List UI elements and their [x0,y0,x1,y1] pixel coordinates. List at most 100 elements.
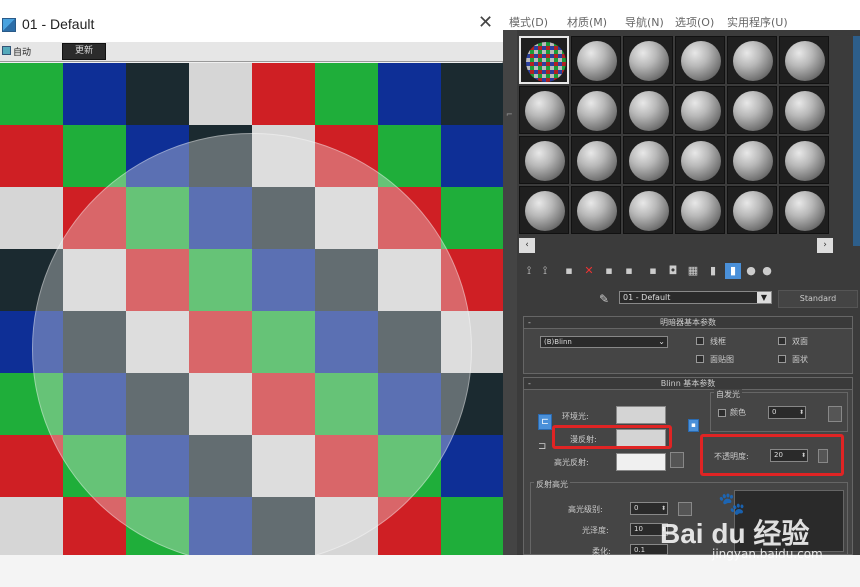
checker-cell [0,63,63,125]
specular-color-swatch[interactable] [616,453,666,471]
faceted-checkbox[interactable] [778,355,786,363]
self-illum-map-button[interactable] [828,406,842,422]
show-shaded-icon[interactable]: ▮ [725,263,741,279]
chevron-down-icon: ⌄ [658,337,665,346]
show-map-icon[interactable]: ▦ [685,263,701,279]
checker-cell [189,63,252,125]
blinn-rollout-title: Blinn 基本参数 [660,379,716,388]
material-slot[interactable] [623,136,673,184]
side-toolbar[interactable] [853,36,860,246]
material-slot[interactable] [675,86,725,134]
update-button[interactable]: 更新 [62,43,106,60]
menu-mode[interactable]: 模式(D) [509,14,548,30]
material-slot[interactable] [519,36,569,84]
material-slot[interactable] [675,186,725,234]
face-map-checkbox[interactable] [696,355,704,363]
reset-material-icon[interactable]: ✕ [581,263,597,279]
copy-material-icon[interactable]: ▪ [601,263,617,279]
material-slot[interactable] [727,86,777,134]
two-sided-checkbox[interactable] [778,337,786,345]
material-slot[interactable] [623,36,673,84]
menu-options[interactable]: 选项(O) [675,14,714,30]
material-slot[interactable] [675,136,725,184]
get-material-icon[interactable]: ⟟ [521,263,537,279]
viewer-titlebar: 01 - Default ✕ [0,0,503,42]
auto-checkbox[interactable] [2,46,11,55]
go-parent-icon[interactable]: ● [743,263,759,279]
material-slot[interactable] [519,86,569,134]
checker-cell [315,63,378,125]
self-illum-spinner[interactable]: 0 ⬍ [768,406,806,419]
put-library-icon[interactable]: ▪ [645,263,661,279]
two-sided-label: 双面 [792,337,808,346]
material-slot[interactable] [779,186,829,234]
material-slot[interactable] [675,36,725,84]
checker-cell [378,125,441,187]
lock-icon[interactable]: ⊏ [538,414,552,430]
material-slot[interactable] [623,86,673,134]
material-name-value: 01 - Default [623,293,671,302]
menu-utilities[interactable]: 实用程序(U) [727,14,788,30]
material-slot[interactable] [727,186,777,234]
material-slot[interactable] [779,136,829,184]
shader-basic-rollout: - 明暗器基本参数 (B)Blinn ⌄ 线框 双面 面贴图 面状 [523,316,853,374]
wire-label: 线框 [710,337,726,346]
material-sphere-icon [681,141,721,181]
put-to-scene-icon[interactable]: ⟟ [537,263,553,279]
viewer-title: 01 - Default [22,16,95,32]
material-slot[interactable] [727,136,777,184]
material-slot[interactable] [571,86,621,134]
assign-material-icon[interactable]: ▪ [561,263,577,279]
go-sibling-icon[interactable]: ● [759,263,775,279]
material-name-field[interactable]: 01 - Default ▼ [619,291,772,304]
checker-cell [441,435,503,497]
ambient-color-swatch[interactable] [616,406,666,424]
eyedropper-icon[interactable]: ✎ [599,292,609,306]
spec-highlight-label: 反射高光 [534,479,570,490]
material-slots [519,36,832,238]
material-sphere-icon [577,41,617,81]
material-slot[interactable] [519,136,569,184]
material-slot[interactable] [571,136,621,184]
make-unique-icon[interactable]: ▪ [621,263,637,279]
viewer-toolbar: 自动 更新 [0,42,503,62]
spec-level-value: 0 [634,504,639,512]
ambient-label: 环境光: [562,412,589,421]
material-type-button[interactable]: Standard [778,290,858,308]
material-slot[interactable] [779,86,829,134]
material-sphere-icon [681,91,721,131]
shader-dropdown[interactable]: (B)Blinn ⌄ [540,336,668,348]
blinn-rollout-header[interactable]: - Blinn 基本参数 [524,378,852,390]
material-slot[interactable] [727,36,777,84]
close-icon[interactable]: ✕ [478,14,493,32]
scroll-right-button[interactable]: › [817,238,833,253]
material-slot[interactable] [519,186,569,234]
shader-rollout-header[interactable]: - 明暗器基本参数 [524,317,852,329]
material-sphere-icon [785,141,825,181]
wire-checkbox[interactable] [696,337,704,345]
material-sphere-icon [525,141,565,181]
self-illum-value: 0 [772,408,777,416]
material-id-icon[interactable]: ◘ [665,263,681,279]
checker-cell [378,63,441,125]
checker-cell [441,187,503,249]
material-sphere-icon [681,41,721,81]
show-end-result-icon[interactable]: ▮ [705,263,721,279]
specular-map-button[interactable] [670,452,684,468]
scroll-left-button[interactable]: ‹ [519,238,535,253]
self-illum-color-checkbox[interactable] [718,409,726,417]
chevron-down-icon[interactable]: ▼ [757,292,771,303]
material-sphere-icon [733,41,773,81]
checker-cell [126,63,189,125]
diffuse-map-button[interactable]: ▪ [688,419,699,432]
material-slot[interactable] [571,186,621,234]
material-slot[interactable] [779,36,829,84]
checker-cell [63,63,126,125]
material-slot[interactable] [623,186,673,234]
material-sphere-icon [577,91,617,131]
menu-navigation[interactable]: 导航(N) [625,14,664,30]
material-slot[interactable] [571,36,621,84]
menu-material[interactable]: 材质(M) [567,14,607,30]
material-sphere-icon [629,191,669,231]
opacity-highlight-annotation [700,434,844,476]
